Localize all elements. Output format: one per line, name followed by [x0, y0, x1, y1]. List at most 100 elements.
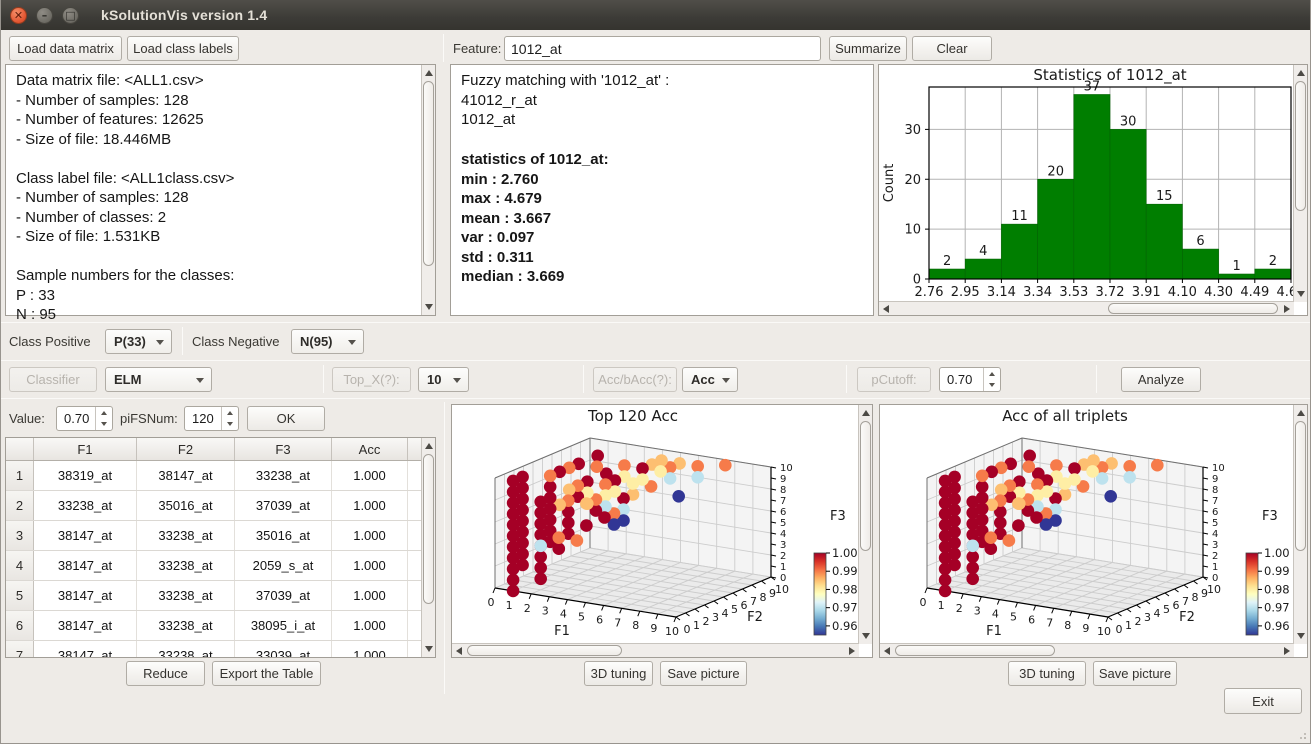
exit-button[interactable]: Exit: [1224, 688, 1302, 714]
analyze-button[interactable]: Analyze: [1121, 367, 1201, 392]
table-cell[interactable]: 38147_at: [34, 611, 137, 640]
table-cell[interactable]: 37039_at: [235, 581, 332, 610]
histogram-hscrollbar[interactable]: [879, 301, 1294, 315]
value-spinbox[interactable]: 0.70: [56, 406, 113, 431]
table-row[interactable]: 638147_at33238_at38095_i_at1.000: [6, 611, 435, 641]
table-row[interactable]: 538147_at33238_at37039_at1.000: [6, 581, 435, 611]
scroll-down-icon[interactable]: [862, 633, 870, 639]
table-cell[interactable]: 1.000: [332, 521, 408, 550]
spin-down-icon[interactable]: [222, 419, 238, 431]
spin-up-icon[interactable]: [96, 407, 112, 419]
ok-button[interactable]: OK: [247, 406, 325, 431]
table-row[interactable]: 338147_at33238_at35016_at1.000: [6, 521, 435, 551]
scroll-down-icon[interactable]: [1297, 291, 1305, 297]
table-cell[interactable]: 33238_at: [137, 521, 235, 550]
scroll-up-icon[interactable]: [1297, 410, 1305, 416]
scroll-right-icon[interactable]: [1284, 305, 1290, 313]
scroll-thumb[interactable]: [860, 421, 871, 551]
table-cell[interactable]: 1.000: [332, 611, 408, 640]
tuning-left-button[interactable]: 3D tuning: [584, 661, 653, 686]
table-cell[interactable]: 33039_at: [235, 641, 332, 658]
table-header-acc[interactable]: Acc: [332, 438, 408, 460]
class-negative-select[interactable]: N(95): [291, 329, 364, 354]
load-class-labels-button[interactable]: Load class labels: [127, 36, 239, 61]
feature-input[interactable]: [504, 36, 821, 61]
table-cell[interactable]: 38095_i_at: [235, 611, 332, 640]
table-cell[interactable]: 38147_at: [34, 641, 137, 658]
scroll-thumb[interactable]: [467, 645, 622, 656]
plot-hscrollbar[interactable]: [452, 643, 859, 657]
plot-vscrollbar[interactable]: [858, 405, 872, 644]
table-cell[interactable]: 33238_at: [137, 641, 235, 658]
table-cell[interactable]: 38147_at: [34, 521, 137, 550]
top-x-select[interactable]: 10: [418, 367, 469, 392]
table-cell[interactable]: 33238_at: [137, 611, 235, 640]
scroll-right-icon[interactable]: [1284, 647, 1290, 655]
table-cell[interactable]: 38147_at: [34, 551, 137, 580]
table-cell[interactable]: 1.000: [332, 641, 408, 658]
spin-up-icon[interactable]: [222, 407, 238, 419]
scroll-down-icon[interactable]: [425, 304, 433, 310]
acc-bacc-select[interactable]: Acc: [682, 367, 738, 392]
table-cell[interactable]: 33238_at: [137, 551, 235, 580]
scroll-thumb[interactable]: [1295, 421, 1306, 551]
table-cell[interactable]: 38319_at: [34, 461, 137, 490]
save-picture-right-button[interactable]: Save picture: [1093, 661, 1177, 686]
table-row-number[interactable]: 4: [6, 551, 34, 580]
table-scrollbar[interactable]: [421, 438, 435, 657]
scroll-left-icon[interactable]: [456, 647, 462, 655]
table-cell[interactable]: 2059_s_at: [235, 551, 332, 580]
spin-down-icon[interactable]: [984, 380, 1000, 392]
save-picture-left-button[interactable]: Save picture: [660, 661, 747, 686]
table-cell[interactable]: 38147_at: [137, 461, 235, 490]
scroll-up-icon[interactable]: [425, 443, 433, 449]
spin-down-icon[interactable]: [96, 419, 112, 431]
resize-grip[interactable]: [1296, 729, 1308, 741]
classifier-select[interactable]: ELM: [105, 367, 212, 392]
table-cell[interactable]: 33238_at: [34, 491, 137, 520]
reduce-button[interactable]: Reduce: [126, 661, 205, 686]
scroll-right-icon[interactable]: [849, 647, 855, 655]
table-row[interactable]: 138319_at38147_at33238_at1.000: [6, 461, 435, 491]
table-row[interactable]: 738147_at33238_at33039_at1.000: [6, 641, 435, 658]
histogram-vscrollbar[interactable]: [1293, 65, 1307, 302]
scroll-up-icon[interactable]: [1297, 70, 1305, 76]
class-positive-select[interactable]: P(33): [105, 329, 172, 354]
scroll-left-icon[interactable]: [884, 647, 890, 655]
load-data-matrix-button[interactable]: Load data matrix: [9, 36, 122, 61]
table-cell[interactable]: 38147_at: [34, 581, 137, 610]
clear-button[interactable]: Clear: [912, 36, 992, 61]
table-cell[interactable]: 37039_at: [235, 491, 332, 520]
table-cell[interactable]: 1.000: [332, 491, 408, 520]
window-close-icon[interactable]: ✕: [10, 7, 27, 24]
pcutoff-spinbox[interactable]: 0.70: [939, 367, 1001, 392]
table-header-f2[interactable]: F2: [137, 438, 235, 460]
table-cell[interactable]: 33238_at: [235, 461, 332, 490]
export-table-button[interactable]: Export the Table: [212, 661, 321, 686]
scroll-thumb[interactable]: [423, 81, 434, 266]
scroll-thumb[interactable]: [895, 645, 1055, 656]
scroll-down-icon[interactable]: [1297, 633, 1305, 639]
table-row[interactable]: 233238_at35016_at37039_at1.000: [6, 491, 435, 521]
table-row-number[interactable]: 1: [6, 461, 34, 490]
table-row-number[interactable]: 6: [6, 611, 34, 640]
table-header-f1[interactable]: F1: [34, 438, 137, 460]
table-row-number[interactable]: 3: [6, 521, 34, 550]
table-row-number[interactable]: 2: [6, 491, 34, 520]
table-cell[interactable]: 35016_at: [235, 521, 332, 550]
scroll-thumb[interactable]: [1108, 303, 1278, 314]
table-cell[interactable]: 33238_at: [137, 581, 235, 610]
table-row[interactable]: 438147_at33238_at2059_s_at1.000: [6, 551, 435, 581]
scroll-up-icon[interactable]: [862, 410, 870, 416]
table-cell[interactable]: 1.000: [332, 461, 408, 490]
scroll-down-icon[interactable]: [425, 646, 433, 652]
scroll-left-icon[interactable]: [883, 305, 889, 313]
scroll-up-icon[interactable]: [425, 70, 433, 76]
table-cell[interactable]: 1.000: [332, 551, 408, 580]
plot-hscrollbar[interactable]: [880, 643, 1294, 657]
table-header-f3[interactable]: F3: [235, 438, 332, 460]
summarize-button[interactable]: Summarize: [829, 36, 907, 61]
spin-up-icon[interactable]: [984, 368, 1000, 380]
tuning-right-button[interactable]: 3D tuning: [1008, 661, 1086, 686]
table-row-number[interactable]: 7: [6, 641, 34, 658]
